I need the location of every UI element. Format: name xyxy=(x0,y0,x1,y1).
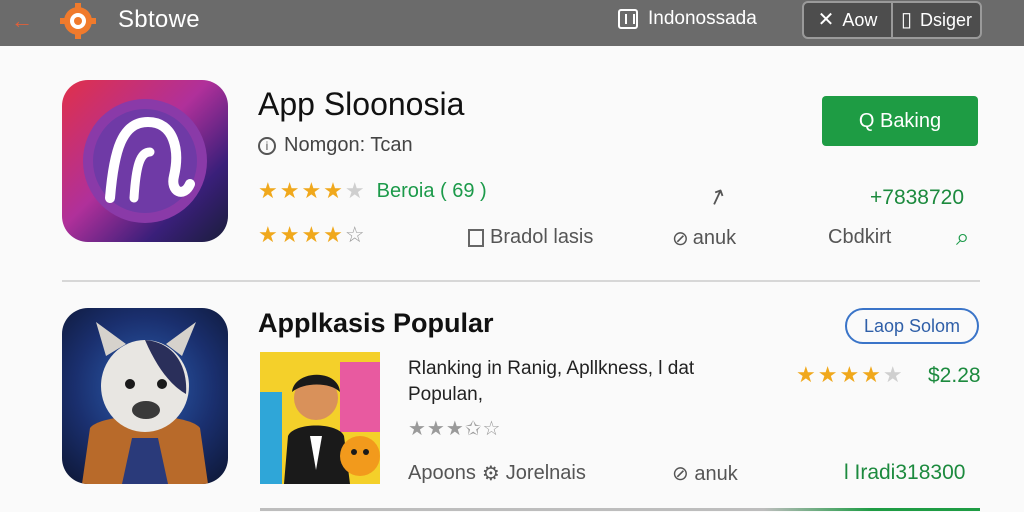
popular-star-rating-icon: ★★★✩☆ xyxy=(408,418,502,440)
tag-icon: ⊘ xyxy=(672,228,689,250)
document-icon xyxy=(468,228,484,247)
popular-outline-button-label: Laop Solom xyxy=(863,315,961,336)
top-button-b-label: Dsiger xyxy=(920,9,973,30)
rating-label: Beroia ( 69 ) xyxy=(376,179,487,202)
featured-meta-2: ⊘ anuk xyxy=(672,226,736,251)
search-icon[interactable]: ⌕ xyxy=(956,224,969,252)
star-rating-icon-secondary: ★★★★☆ xyxy=(258,222,367,247)
install-button[interactable]: Q Baking xyxy=(822,96,978,146)
featured-price: +7838720 xyxy=(870,186,965,209)
back-arrow-icon[interactable]: ← xyxy=(10,9,34,33)
popular-section-title: Applkasis Popular xyxy=(258,308,494,338)
featured-app-name[interactable]: App Sloonosia xyxy=(258,86,464,123)
featured-rating-row: ★★★★★ Beroia ( 69 ) xyxy=(258,178,487,204)
info-icon: i xyxy=(258,136,276,155)
top-button-b[interactable]: ▯ Dsiger xyxy=(891,3,980,37)
featured-meta-1: Bradol lasis xyxy=(468,226,593,249)
tag-icon-2: ⊘ xyxy=(672,463,689,485)
popular-outline-button[interactable]: Laop Solom xyxy=(845,308,979,344)
install-button-label: Q Baking xyxy=(858,109,942,132)
store-title: Sbtowe xyxy=(118,6,200,33)
featured-app-icon[interactable] xyxy=(62,80,228,242)
bottom-edge xyxy=(260,508,980,511)
featured-meta-1-label: Bradol lasis xyxy=(490,226,594,248)
featured-meta-3: Cbdkirt xyxy=(828,226,892,248)
cross-icon: ✕ xyxy=(817,9,835,31)
popular-app-icon[interactable] xyxy=(62,308,228,484)
star-rating-icon-popular: ★★★★★ xyxy=(796,362,905,387)
gear-icon: ⚙ xyxy=(481,463,500,485)
gear-logo-icon xyxy=(56,3,100,39)
top-button-a-label: Aow xyxy=(842,9,878,30)
popular-meta-1-label: Apoons xyxy=(408,462,476,484)
popular-meta-2-label: Jorelnais xyxy=(505,462,586,484)
star-rating-icon: ★★★★★ xyxy=(258,178,367,203)
popular-meta-1: Apoons ⚙ Jorelnais xyxy=(408,461,586,486)
popular-app-thumbnail[interactable] xyxy=(260,352,380,484)
frame-icon: ▯ xyxy=(900,9,912,31)
featured-rating-row-secondary: ★★★★☆ xyxy=(258,222,367,248)
main-panel: App Sloonosia i Nomgon: Tcan ★★★★★ Beroi… xyxy=(0,46,1024,512)
developer-row: i Nomgon: Tcan xyxy=(258,134,413,157)
region-selector[interactable]: Indonossada xyxy=(618,7,757,31)
arrow-icon: ↗ xyxy=(704,181,730,212)
popular-meta-3-label: anuk xyxy=(694,463,738,485)
popular-description: Rlanking in Ranig, Apllkness, l dat Popu… xyxy=(408,358,695,405)
popular-rating: ★★★★★ xyxy=(796,362,905,388)
popular-price: $2.28 xyxy=(928,364,981,387)
popular-meta-3: ⊘ anuk xyxy=(672,461,738,486)
section-divider xyxy=(62,280,980,282)
popular-price-bottom: l Iradi318300 xyxy=(844,461,966,484)
region-label: Indonossada xyxy=(648,8,757,29)
featured-meta-2-label: anuk xyxy=(692,227,737,249)
top-action-group: ✕ Aow ▯ Dsiger xyxy=(802,1,982,39)
book-icon xyxy=(618,9,638,29)
top-button-a[interactable]: ✕ Aow xyxy=(804,3,891,37)
top-bar: ← Sbtowe Indonossada ✕ Aow ▯ Dsiger xyxy=(0,0,1024,46)
developer-name: Nomgon: Tcan xyxy=(284,134,413,156)
